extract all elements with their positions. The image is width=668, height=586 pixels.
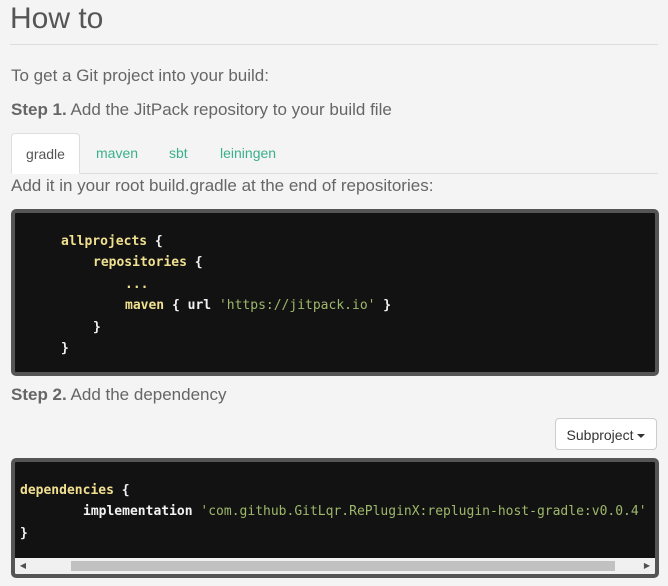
step-2-text: Add the dependency bbox=[66, 385, 227, 404]
build-tool-tabs: gradle maven sbt leiningen bbox=[11, 133, 658, 174]
title-divider bbox=[10, 44, 658, 45]
code-line: } bbox=[61, 341, 69, 356]
subproject-dropdown-button[interactable]: Subproject bbox=[555, 418, 657, 450]
tab-maven[interactable]: maven bbox=[96, 133, 138, 172]
intro-text: To get a Git project into your build: bbox=[11, 66, 269, 85]
code-line: allprojects { bbox=[61, 234, 163, 249]
code-line: repositories { bbox=[93, 255, 203, 270]
repository-code-block[interactable]: allprojects { repositories { ... maven {… bbox=[11, 209, 659, 376]
gradle-hint-text: Add it in your root build.gradle at the … bbox=[11, 176, 434, 195]
tab-gradle[interactable]: gradle bbox=[11, 133, 80, 174]
scroll-left-arrow-icon[interactable]: ◀ bbox=[15, 558, 31, 574]
step-1-heading: Step 1. Add the JitPack repository to yo… bbox=[11, 100, 392, 120]
code-line: maven { url 'https://jitpack.io' } bbox=[125, 298, 392, 313]
code-line: implementation 'com.github.GitLqr.RePlug… bbox=[83, 504, 647, 519]
code-line: } bbox=[20, 526, 28, 541]
step-1-text: Add the JitPack repository to your build… bbox=[66, 100, 392, 119]
subproject-button-label: Subproject bbox=[566, 427, 634, 443]
scroll-right-arrow-icon[interactable]: ▶ bbox=[639, 558, 655, 574]
caret-down-icon bbox=[637, 434, 646, 439]
step-1-label: Step 1. bbox=[11, 100, 67, 119]
step-2-heading: Step 2. Add the dependency bbox=[11, 385, 227, 405]
step-2-label: Step 2. bbox=[11, 385, 67, 404]
code-line: } bbox=[93, 320, 101, 335]
scrollbar-thumb[interactable] bbox=[71, 561, 615, 571]
code-line: dependencies { bbox=[20, 483, 130, 498]
dependency-code-block[interactable]: dependencies { implementation 'com.githu… bbox=[11, 458, 659, 578]
page-title: How to bbox=[10, 2, 104, 35]
tab-leiningen[interactable]: leiningen bbox=[220, 133, 276, 172]
tab-sbt[interactable]: sbt bbox=[169, 133, 188, 172]
horizontal-scrollbar[interactable]: ◀ ▶ bbox=[15, 558, 655, 574]
code-line: ... bbox=[125, 277, 149, 292]
